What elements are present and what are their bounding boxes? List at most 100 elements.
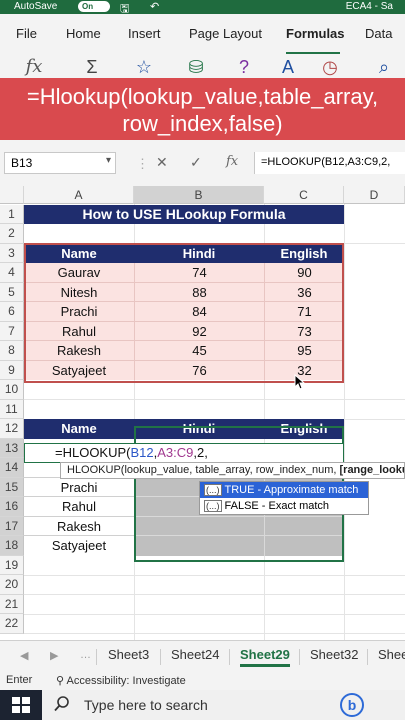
sheet-tab-bar: ◀ ▶ … Sheet3 Sheet24 Sheet29 Sheet32 She… <box>0 640 405 670</box>
row-header[interactable]: 9 <box>0 360 24 380</box>
lookup-name-cell[interactable]: Prachi <box>24 478 134 497</box>
undo-icon[interactable]: ↶ <box>150 0 159 13</box>
next-sheet-icon[interactable]: ▶ <box>50 649 58 662</box>
lookup-header-name[interactable]: Name <box>24 419 134 439</box>
sheet-tab[interactable]: Sheet24 <box>171 647 219 662</box>
formula-bar-grip-icon: ⋮ <box>136 156 149 171</box>
mouse-pointer-icon <box>294 374 306 390</box>
tooltip-current-arg: [range_lookup]) <box>339 464 405 476</box>
name-box[interactable]: B13 ▾ <box>4 152 116 174</box>
windows-start-icon[interactable] <box>12 697 30 713</box>
row-header[interactable]: 6 <box>0 302 24 322</box>
tab-insert[interactable]: Insert <box>128 26 161 41</box>
text-icon[interactable]: A <box>276 56 300 78</box>
tab-file[interactable]: File <box>16 26 37 41</box>
gridline <box>24 614 405 615</box>
autosave-label: AutoSave <box>14 1 58 12</box>
chevron-down-icon[interactable]: ▾ <box>106 155 111 166</box>
bing-icon[interactable]: b <box>340 693 364 717</box>
sheet-tab[interactable]: Sheet3 <box>108 647 149 662</box>
editing-cell[interactable]: =HLOOKUP(B12,A3:C9,2, <box>24 442 344 463</box>
autosave-toggle[interactable]: On <box>78 1 110 12</box>
column-header-a[interactable]: A <box>24 186 134 204</box>
tab-formulas[interactable]: Formulas <box>286 26 345 41</box>
row-header[interactable]: 10 <box>0 380 24 400</box>
row-header[interactable]: 5 <box>0 282 24 302</box>
formula-banner: =Hlookup(lookup_value,table_array, row_i… <box>0 78 405 140</box>
gridline <box>24 399 405 400</box>
row-header[interactable]: 1 <box>0 204 24 224</box>
taskbar-search[interactable]: Type here to search b <box>42 690 405 720</box>
row-header[interactable]: 21 <box>0 594 24 614</box>
row-header[interactable]: 2 <box>0 224 24 244</box>
enter-icon[interactable]: ✓ <box>190 154 202 171</box>
prev-sheet-icon[interactable]: ◀ <box>20 649 28 662</box>
sheet-tab[interactable]: Shee <box>378 647 405 662</box>
row-header[interactable]: 3 <box>0 243 24 263</box>
tab-home[interactable]: Home <box>66 26 101 41</box>
sum-icon[interactable]: Σ <box>80 56 104 78</box>
tab-page-layout[interactable]: Page Layout <box>189 26 262 41</box>
row-header[interactable]: 7 <box>0 321 24 341</box>
row-header[interactable]: 14 <box>0 458 24 478</box>
windows-taskbar: Type here to search b <box>0 690 405 720</box>
database-icon[interactable]: ⛁ <box>184 56 208 78</box>
search-icon <box>54 696 69 712</box>
edit-ref-1: B12 <box>130 444 154 460</box>
row-header[interactable]: 20 <box>0 575 24 595</box>
formula-input[interactable]: =HLOOKUP(B12,A3:C9,2, <box>254 152 405 174</box>
ribbon-tabs: File Home Insert Page Layout Formulas Da… <box>0 14 405 55</box>
row-header[interactable]: 22 <box>0 614 24 634</box>
cancel-icon[interactable]: ✕ <box>156 154 168 171</box>
option-true-approx[interactable]: (...) TRUE - Approximate match <box>200 482 368 498</box>
select-all-corner[interactable] <box>0 186 24 204</box>
sheet-tab[interactable]: Sheet32 <box>310 647 358 662</box>
clock-icon[interactable]: ◷ <box>318 56 342 78</box>
source-table-border <box>24 243 344 383</box>
row-header[interactable]: 4 <box>0 263 24 283</box>
row-header[interactable]: 11 <box>0 399 24 419</box>
row-header[interactable]: 12 <box>0 419 24 439</box>
column-header-c[interactable]: C <box>264 186 344 204</box>
function-icon[interactable]: fx <box>22 56 46 78</box>
lookup-name-cell[interactable]: Satyajeet <box>24 536 134 556</box>
more-sheets-icon[interactable]: … <box>80 649 91 661</box>
gridline <box>24 633 405 634</box>
tooltip-signature: HLOOKUP(lookup_value, table_array, row_i… <box>67 464 340 476</box>
row-header[interactable]: 15 <box>0 477 24 497</box>
function-tooltip: HLOOKUP(lookup_value, table_array, row_i… <box>60 462 405 479</box>
option-label: TRUE - Approximate match <box>224 484 359 496</box>
help-icon[interactable]: ? <box>232 56 256 78</box>
spreadsheet-grid[interactable]: A B C D 1 2 3 4 5 6 7 8 9 10 11 12 13 14… <box>0 186 405 640</box>
column-header-d[interactable]: D <box>344 186 405 204</box>
formula-bar: B13 ▾ ⋮ ✕ ✓ fx =HLOOKUP(B12,A3:C9,2, <box>0 140 405 186</box>
option-icon: (...) <box>204 484 222 496</box>
column-header-b[interactable]: B <box>134 186 264 204</box>
tab-data[interactable]: Data <box>365 26 392 41</box>
row-header[interactable]: 18 <box>0 536 24 556</box>
row-header[interactable]: 16 <box>0 497 24 517</box>
tab-separator <box>96 649 97 665</box>
row-header[interactable]: 8 <box>0 341 24 361</box>
option-label: FALSE - Exact match <box>224 500 330 512</box>
edit-text-suffix: ,2, <box>193 444 208 460</box>
accessibility-status[interactable]: ⚲ Accessibility: Investigate <box>56 674 186 687</box>
banner-line-1: =Hlookup(lookup_value,table_array, <box>26 84 379 109</box>
option-icon: (...) <box>204 500 222 512</box>
lookup-name-cell[interactable]: Rakesh <box>24 517 134 536</box>
star-icon[interactable]: ☆ <box>132 56 156 78</box>
row-header[interactable]: 19 <box>0 555 24 575</box>
tab-separator <box>160 649 161 665</box>
accessibility-icon: ⚲ <box>56 675 67 687</box>
row-header[interactable]: 13 <box>0 438 24 458</box>
edit-ref-2: A3:C9 <box>157 444 194 460</box>
lookup-icon[interactable]: ⌕ <box>372 56 396 78</box>
sheet-title[interactable]: How to USE HLookup Formula <box>24 204 344 224</box>
status-mode: Enter <box>6 674 33 686</box>
gridline <box>24 594 405 595</box>
insert-function-icon[interactable]: fx <box>226 154 238 169</box>
row-header[interactable]: 17 <box>0 516 24 536</box>
lookup-name-cell[interactable]: Rahul <box>24 497 134 517</box>
sheet-tab-active[interactable]: Sheet29 <box>240 647 290 667</box>
option-false-exact[interactable]: (...) FALSE - Exact match <box>200 498 368 514</box>
